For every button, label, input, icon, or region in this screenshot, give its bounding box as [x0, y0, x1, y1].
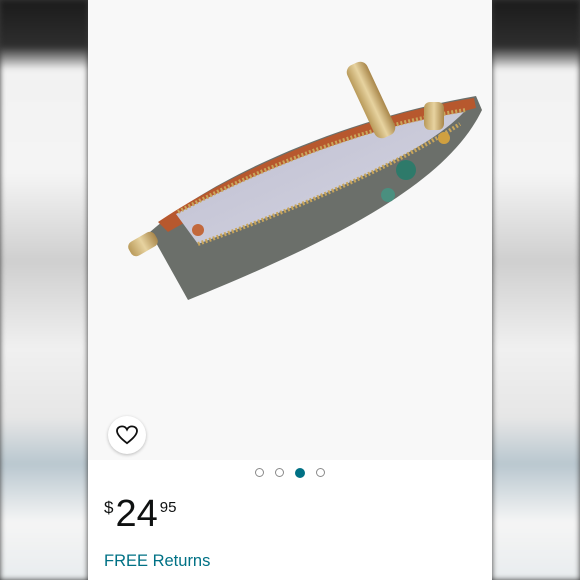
carousel-dot-3[interactable] — [295, 467, 305, 478]
blurred-backdrop-left — [0, 0, 88, 580]
pouch-illustration — [128, 61, 482, 300]
product-image[interactable] — [88, 0, 492, 460]
carousel-dot-4[interactable] — [316, 468, 325, 477]
carousel-indicator — [88, 467, 492, 480]
carousel-dot-2[interactable] — [275, 468, 284, 477]
price-currency-symbol: $ — [104, 498, 114, 517]
carousel-dot-1[interactable] — [255, 468, 264, 477]
favorite-button[interactable] — [108, 416, 146, 454]
price: $ 24 95 — [104, 494, 176, 534]
product-card: $ 24 95 FREE Returns — [88, 0, 492, 580]
heart-outline-icon — [116, 425, 138, 445]
blurred-backdrop-right — [492, 0, 580, 580]
price-whole: 24 — [115, 493, 158, 535]
price-fraction: 95 — [159, 499, 177, 516]
free-returns-link[interactable]: FREE Returns — [104, 552, 210, 571]
